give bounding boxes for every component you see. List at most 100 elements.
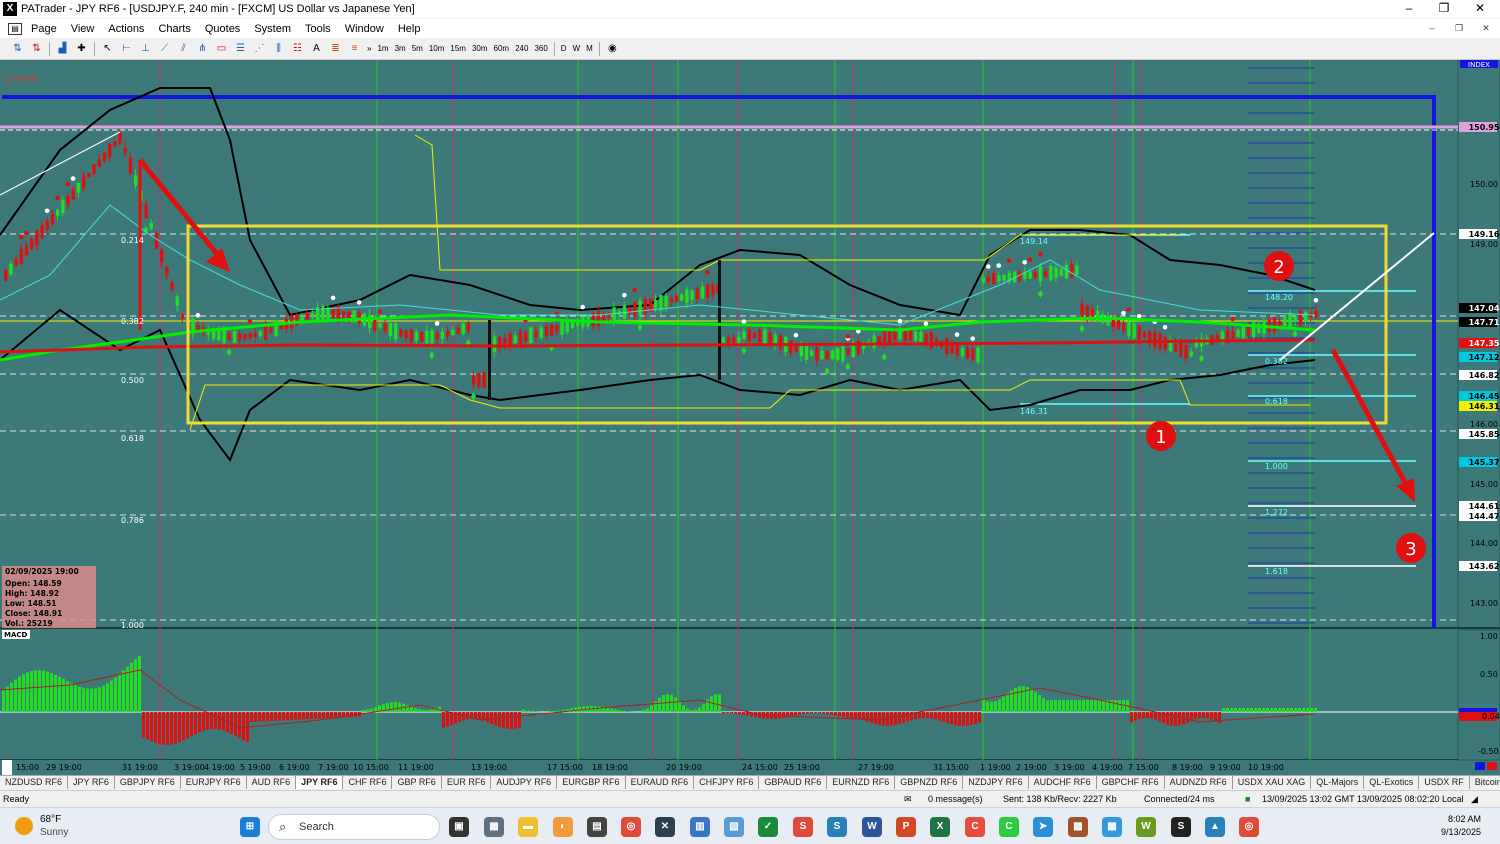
- resize-grip-icon[interactable]: ◢: [1471, 794, 1478, 805]
- symbol-tab[interactable]: Bitcoin: [1470, 776, 1500, 789]
- tf-monthly[interactable]: M: [583, 41, 596, 57]
- app-icon[interactable]: ▤: [587, 817, 607, 837]
- task-view-icon[interactable]: ▣: [449, 817, 469, 837]
- app-icon[interactable]: C: [999, 817, 1019, 837]
- crosshair-icon[interactable]: ✚: [73, 41, 90, 57]
- menu-help[interactable]: Help: [391, 23, 428, 35]
- symbol-tab[interactable]: QL-Exotics: [1364, 776, 1420, 789]
- menu-window[interactable]: Window: [338, 23, 391, 35]
- cursor-icon[interactable]: ↖: [99, 41, 116, 57]
- tf-240[interactable]: 240: [512, 41, 531, 57]
- vline-tool-icon[interactable]: ⊥: [137, 41, 154, 57]
- fib-extension-icon[interactable]: ☷: [289, 41, 306, 57]
- app-icon[interactable]: ▩: [1068, 817, 1088, 837]
- weather-sun-icon[interactable]: [15, 817, 33, 835]
- clock-date[interactable]: 9/13/2025: [1441, 827, 1481, 837]
- mdi-close-button[interactable]: ✕: [1476, 21, 1496, 35]
- channel-tool-icon[interactable]: ⫽: [175, 41, 192, 57]
- app-icon[interactable]: ▧: [724, 817, 744, 837]
- tf-60m[interactable]: 60m: [491, 41, 513, 57]
- rectangle-tool-icon[interactable]: ▭: [213, 41, 230, 57]
- symbol-tab[interactable]: EURGBP RF6: [557, 776, 626, 789]
- patrader-icon[interactable]: ✕: [655, 817, 675, 837]
- file-explorer-icon[interactable]: ▬: [518, 817, 538, 837]
- telegram-icon[interactable]: ➤: [1033, 817, 1053, 837]
- symbol-tab[interactable]: GBPCHF RF6: [1097, 776, 1165, 789]
- symbol-tab[interactable]: JPY RF6: [68, 776, 115, 789]
- symbol-tab[interactable]: JPY RF6: [296, 776, 344, 789]
- menu-page[interactable]: Page: [24, 23, 64, 35]
- trendline-tool-icon[interactable]: ⟋: [156, 41, 173, 57]
- menu-tools[interactable]: Tools: [298, 23, 338, 35]
- menu-view[interactable]: View: [64, 23, 102, 35]
- symbol-tab[interactable]: GBP RF6: [392, 776, 442, 789]
- app-icon[interactable]: ▥: [690, 817, 710, 837]
- word-icon[interactable]: W: [862, 817, 882, 837]
- toolbar-more[interactable]: »: [364, 41, 374, 57]
- symbol-tab[interactable]: EUR RF6: [442, 776, 492, 789]
- levels-tool-icon[interactable]: ≡: [346, 41, 363, 57]
- symbol-tab[interactable]: GBPNZD RF6: [895, 776, 964, 789]
- app-icon[interactable]: ✓: [758, 817, 778, 837]
- chrome-icon[interactable]: ◎: [621, 817, 641, 837]
- symbol-tab[interactable]: CHFJPY RF6: [694, 776, 760, 789]
- hline-tool-icon[interactable]: ⊢: [118, 41, 135, 57]
- fib-retracement-icon[interactable]: ☰: [232, 41, 249, 57]
- text-tool-icon[interactable]: A: [308, 41, 325, 57]
- symbol-tab[interactable]: GBPJPY RF6: [115, 776, 181, 789]
- symbol-tab[interactable]: QL-Majors: [1311, 776, 1365, 789]
- menu-charts[interactable]: Charts: [151, 23, 197, 35]
- mail-icon[interactable]: ✉: [904, 794, 912, 805]
- symbol-tab[interactable]: EURJPY RF6: [181, 776, 247, 789]
- fib-time-icon[interactable]: ⫼: [270, 41, 287, 57]
- app-icon[interactable]: S: [827, 817, 847, 837]
- tf-30m[interactable]: 30m: [469, 41, 491, 57]
- clock-time[interactable]: 8:02 AM: [1448, 814, 1481, 824]
- status-messages[interactable]: 0 message(s): [928, 794, 983, 804]
- app-icon[interactable]: C: [965, 817, 985, 837]
- axis-toggle-icon[interactable]: [1487, 762, 1497, 770]
- chart-menu-icon[interactable]: ▤: [8, 22, 22, 35]
- minimize-button[interactable]: –: [1392, 0, 1426, 18]
- excel-icon[interactable]: X: [930, 817, 950, 837]
- tf-3m[interactable]: 3m: [392, 41, 409, 57]
- symbol-tab[interactable]: NZDJPY RF6: [963, 776, 1029, 789]
- clock-icon[interactable]: ◉: [604, 41, 621, 57]
- symbol-tab[interactable]: AUDNZD RF6: [1165, 776, 1233, 789]
- taskbar-search[interactable]: ⌕ Search: [268, 814, 440, 840]
- tf-daily[interactable]: D: [558, 41, 570, 57]
- tf-5m[interactable]: 5m: [409, 41, 426, 57]
- symbol-tab[interactable]: USDX XAU XAG: [1233, 776, 1312, 789]
- pitchfork-tool-icon[interactable]: ⋔: [194, 41, 211, 57]
- mdi-restore-button[interactable]: ❐: [1449, 21, 1469, 35]
- tf-weekly[interactable]: W: [570, 41, 584, 57]
- symbol-tab[interactable]: NZDUSD RF6: [0, 776, 69, 789]
- menu-actions[interactable]: Actions: [101, 23, 151, 35]
- weather-desc[interactable]: Sunny: [40, 827, 68, 838]
- menu-system[interactable]: System: [247, 23, 298, 35]
- app-icon[interactable]: ▲: [1205, 817, 1225, 837]
- price-chart[interactable]: 1 2 3 Locked INDEX 0.214 0.382 0.500 0.6…: [0, 60, 1500, 775]
- tf-1m[interactable]: 1m: [374, 41, 391, 57]
- sell-icon[interactable]: ⇅: [28, 41, 45, 57]
- app-icon[interactable]: ◐: [553, 817, 573, 837]
- symbol-tab[interactable]: USDX RF: [1419, 776, 1470, 789]
- windows-start-icon[interactable]: ⊞: [240, 817, 260, 837]
- symbol-tab[interactable]: CHF RF6: [343, 776, 393, 789]
- symbol-tab[interactable]: GBPAUD RF6: [759, 776, 828, 789]
- symbol-tab[interactable]: EURNZD RF6: [827, 776, 896, 789]
- app-icon[interactable]: S: [1171, 817, 1191, 837]
- chart-icon[interactable]: ▟: [54, 41, 71, 57]
- tf-360[interactable]: 360: [531, 41, 550, 57]
- symbol-tab[interactable]: AUDJPY RF6: [491, 776, 558, 789]
- app-icon[interactable]: ▦: [1102, 817, 1122, 837]
- tf-15m[interactable]: 15m: [447, 41, 469, 57]
- buy-icon[interactable]: ⇅: [9, 41, 26, 57]
- axis-toggle-icon[interactable]: [1475, 762, 1485, 770]
- weather-temp[interactable]: 68°F: [40, 814, 61, 825]
- menu-quotes[interactable]: Quotes: [198, 23, 247, 35]
- symbol-tab[interactable]: AUDCHF RF6: [1029, 776, 1097, 789]
- powerpoint-icon[interactable]: P: [896, 817, 916, 837]
- gann-tool-icon[interactable]: ≣: [327, 41, 344, 57]
- tf-10m[interactable]: 10m: [426, 41, 448, 57]
